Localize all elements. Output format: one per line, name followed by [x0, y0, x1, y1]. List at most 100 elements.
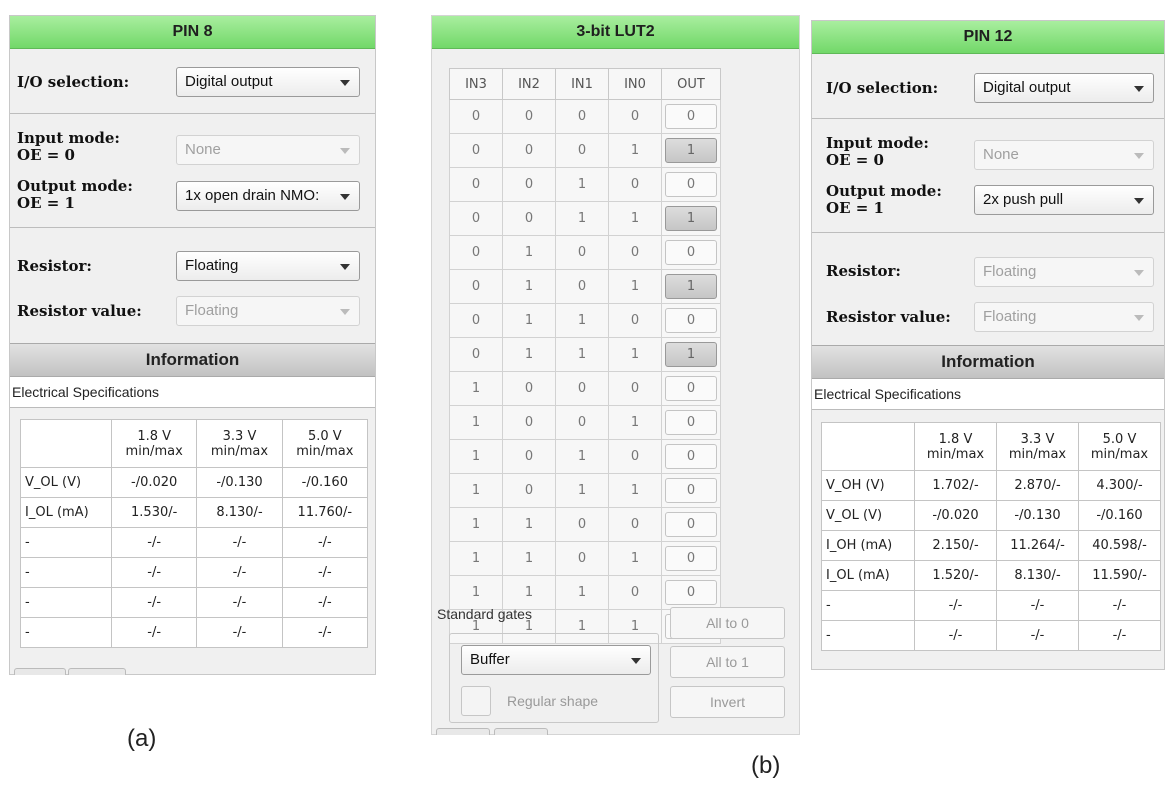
table-row: - -/- -/- -/-: [20, 527, 369, 558]
input-bit-cell: 0: [555, 371, 609, 406]
row-label: I_OL (mA): [821, 560, 915, 591]
io-selection-dropdown[interactable]: Digital output: [176, 67, 360, 97]
io-selection-label: I/O selection:: [826, 79, 939, 97]
out-toggle-button[interactable]: 1: [665, 342, 717, 367]
invert-button[interactable]: Invert: [670, 686, 785, 718]
resistor-value: Floating: [983, 263, 1037, 280]
spec-cell: -/-: [996, 620, 1079, 651]
out-toggle-button[interactable]: 0: [665, 410, 717, 435]
input-bit-cell: 0: [449, 303, 503, 338]
spec-cell: -/-: [281, 527, 369, 558]
output-mode-dropdown[interactable]: 1x open drain NMO:: [176, 181, 360, 211]
out-toggle-button[interactable]: 0: [665, 444, 717, 469]
chevron-down-icon: [340, 194, 350, 200]
spec-header-3v3: 3.3 V min/max: [996, 422, 1079, 471]
chevron-down-icon: [1134, 86, 1144, 92]
spec-cell: -/-: [1078, 590, 1161, 621]
input-bit-cell: 0: [555, 133, 609, 168]
input-bit-cell: 1: [608, 269, 662, 304]
out-toggle-button[interactable]: 1: [665, 274, 717, 299]
output-mode-label-line2: OE = 1: [826, 199, 884, 217]
out-toggle-button[interactable]: 0: [665, 580, 717, 605]
spec-cell: -/-: [281, 617, 369, 648]
chevron-down-icon: [340, 80, 350, 86]
resistor-value-dropdown[interactable]: Floating: [974, 302, 1154, 332]
spec-corner-cell: [20, 419, 112, 468]
row-label: -: [20, 587, 112, 618]
input-bit-cell: 0: [608, 235, 662, 270]
out-cell: 0: [661, 473, 721, 508]
lut-header-row: IN3 IN2 IN1 IN0 OUT: [449, 68, 721, 100]
resistor-label: Resistor:: [17, 257, 92, 275]
out-toggle-button[interactable]: 1: [665, 138, 717, 163]
io-selection-dropdown[interactable]: Digital output: [974, 73, 1154, 103]
out-toggle-button[interactable]: 0: [665, 308, 717, 333]
input-bit-cell: 1: [449, 507, 503, 542]
out-toggle-button[interactable]: 0: [665, 376, 717, 401]
input-bit-cell: 1: [449, 371, 503, 406]
input-bit-cell: 1: [502, 235, 556, 270]
out-cell: 1: [661, 201, 721, 236]
spec-cell: -/-: [196, 527, 283, 558]
col-in3: IN3: [449, 68, 503, 100]
spec-cell: -/0.160: [281, 467, 369, 498]
resistor-dropdown[interactable]: Floating: [974, 257, 1154, 287]
all-to-0-button[interactable]: All to 0: [670, 607, 785, 639]
spec-cell: 8.130/-: [196, 497, 283, 528]
out-cell: 0: [661, 439, 721, 474]
out-cell: 0: [661, 405, 721, 440]
output-mode-label-line1: Output mode:: [17, 177, 133, 195]
col-in0: IN0: [608, 68, 662, 100]
spec-header-3v3: 3.3 V min/max: [196, 419, 283, 468]
input-mode-dropdown[interactable]: None: [974, 140, 1154, 170]
out-toggle-button[interactable]: 0: [665, 478, 717, 503]
table-row: V_OL (V) -/0.020 -/0.130 -/0.160: [821, 500, 1161, 531]
electrical-specifications-tab[interactable]: Electrical Specifications: [10, 377, 375, 408]
table-row: - -/- -/- -/-: [20, 617, 369, 648]
out-cell: 0: [661, 371, 721, 406]
output-mode-label: Output mode: OE = 1: [826, 183, 942, 217]
lut-table: IN3 IN2 IN1 IN0 OUT 00000000110010000111…: [449, 68, 721, 644]
chevron-down-icon: [631, 658, 641, 664]
resistor-value-dropdown[interactable]: Floating: [176, 296, 360, 326]
gate-dropdown[interactable]: Buffer: [461, 645, 651, 675]
bottom-tab-stub: [14, 668, 66, 675]
input-bit-cell: 0: [502, 405, 556, 440]
spec-cell: 1.520/-: [914, 560, 997, 591]
out-toggle-button[interactable]: 1: [665, 206, 717, 231]
out-toggle-button[interactable]: 0: [665, 104, 717, 129]
input-bit-cell: 0: [502, 133, 556, 168]
output-mode-dropdown[interactable]: 2x push pull: [974, 185, 1154, 215]
spec-cell: -/-: [196, 617, 283, 648]
input-bit-cell: 1: [449, 473, 503, 508]
lut-panel: 3-bit LUT2 IN3 IN2 IN1 IN0 OUT 000000001…: [431, 15, 800, 735]
output-mode-label-line2: OE = 1: [17, 194, 75, 212]
table-row: 00100: [449, 167, 721, 202]
electrical-specifications-tab[interactable]: Electrical Specifications: [812, 379, 1164, 410]
spec-cell: -/-: [110, 587, 198, 618]
table-row: 01111: [449, 337, 721, 372]
input-bit-cell: 1: [555, 473, 609, 508]
out-toggle-button[interactable]: 0: [665, 240, 717, 265]
input-mode-dropdown[interactable]: None: [176, 135, 360, 165]
out-toggle-button[interactable]: 0: [665, 512, 717, 537]
out-cell: 1: [661, 133, 721, 168]
input-bit-cell: 0: [608, 371, 662, 406]
spec-cell: 11.264/-: [996, 530, 1079, 561]
row-label: -: [821, 620, 915, 651]
spec-cell: -/-: [110, 617, 198, 648]
chevron-down-icon: [1134, 153, 1144, 159]
regular-shape-checkbox[interactable]: [461, 686, 491, 716]
table-row: V_OH (V) 1.702/- 2.870/- 4.300/-: [821, 470, 1161, 501]
io-selection-label: I/O selection:: [17, 73, 130, 91]
resistor-dropdown[interactable]: Floating: [176, 251, 360, 281]
row-label: V_OH (V): [821, 470, 915, 501]
out-toggle-button[interactable]: 0: [665, 546, 717, 571]
all-to-1-button[interactable]: All to 1: [670, 646, 785, 678]
spec-cell: 40.598/-: [1078, 530, 1161, 561]
resistor-value-label: Resistor value:: [17, 302, 142, 320]
spec-cell: 11.590/-: [1078, 560, 1161, 591]
spec-cell: 1.530/-: [110, 497, 198, 528]
out-toggle-button[interactable]: 0: [665, 172, 717, 197]
spec-cell: 11.760/-: [281, 497, 369, 528]
